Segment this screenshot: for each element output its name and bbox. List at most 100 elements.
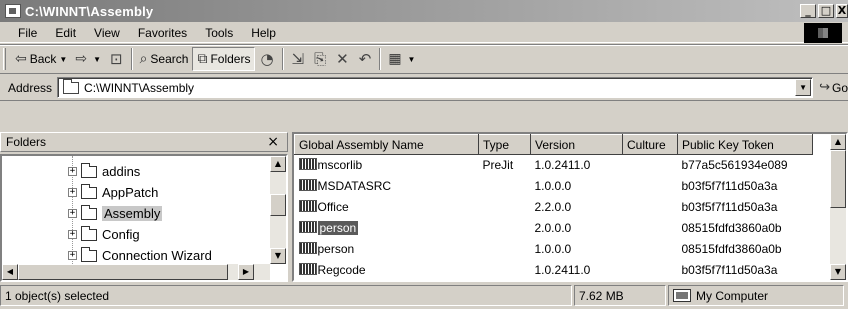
list-vertical-scrollbar[interactable]: ▲ ▼ [830, 134, 846, 280]
status-zone-label: My Computer [696, 288, 769, 303]
move-to-icon[interactable]: ⇲ [287, 50, 310, 68]
assembly-name: Regcode [317, 263, 366, 277]
address-field[interactable]: C:\WINNT\Assembly ▼ [57, 77, 814, 98]
folder-window-icon [5, 4, 21, 18]
tree-item-apppatch[interactable]: + AppPatch [68, 182, 158, 203]
folders-pane: Folders × + addins + AppPatch + Assembly… [0, 132, 288, 282]
explorer-window: C:\WINNT\Assembly _ □ X File Edit View F… [0, 0, 848, 309]
expand-icon[interactable]: + [68, 167, 77, 176]
menu-file[interactable]: File [0, 26, 43, 40]
folder-tree-horizontal-scrollbar[interactable]: ◀ ▶ [2, 264, 270, 280]
assembly-culture [623, 218, 678, 239]
scroll-right-icon[interactable]: ▶ [238, 264, 254, 280]
column-header-culture[interactable]: Culture [622, 134, 678, 155]
assembly-table: Global Assembly Name Type Version Cultur… [294, 134, 813, 281]
copy-to-icon[interactable]: ⎘ [309, 50, 331, 68]
toolbar-separator [281, 48, 284, 70]
folder-icon [81, 204, 97, 220]
address-dropdown-button[interactable]: ▼ [795, 79, 812, 96]
table-row-selected[interactable]: person 2.0.0.0 08515fdfd3860a0b [295, 218, 813, 239]
tree-item-connection-wizard[interactable]: + Connection Wizard [68, 245, 212, 266]
title-bar[interactable]: C:\WINNT\Assembly _ □ X [0, 0, 848, 22]
forward-button[interactable]: ⇨ ▼ [71, 47, 105, 71]
delete-icon[interactable]: ✕ [331, 50, 354, 68]
assembly-icon [298, 179, 317, 191]
assembly-list[interactable]: Global Assembly Name Type Version Cultur… [292, 132, 848, 282]
scroll-down-icon[interactable]: ▼ [270, 248, 286, 264]
table-row[interactable]: Regcode 1.0.2411.0 b03f5f7f11d50a3a [295, 260, 813, 281]
folders-label: Folders [210, 52, 251, 66]
go-label: Go [831, 80, 848, 95]
menu-favorites[interactable]: Favorites [126, 26, 193, 40]
assembly-name-cell: person [295, 218, 479, 239]
close-icon[interactable]: × [267, 134, 279, 150]
address-bar: Address C:\WINNT\Assembly ▼ ↪ Go [0, 75, 848, 101]
menu-help[interactable]: Help [239, 26, 282, 40]
history-icon[interactable]: ◔ [255, 50, 278, 68]
folder-icon [81, 246, 97, 262]
close-button[interactable]: X [836, 4, 848, 18]
menu-edit[interactable]: Edit [43, 26, 82, 40]
assembly-culture [623, 155, 678, 176]
expand-icon[interactable]: + [68, 230, 77, 239]
folders-button[interactable]: ⧉ Folders [192, 47, 256, 71]
scroll-left-icon[interactable]: ◀ [2, 264, 18, 280]
up-folder-icon[interactable]: ⊡ [105, 50, 128, 68]
assembly-name-cell: mscorlib [295, 155, 479, 176]
menu-tools[interactable]: Tools [193, 26, 239, 40]
minimize-button[interactable]: _ [800, 4, 816, 18]
tree-item-label[interactable]: Config [102, 227, 140, 242]
chevron-down-icon[interactable]: ▼ [408, 55, 416, 64]
assembly-name: person [317, 221, 359, 235]
expand-icon[interactable]: + [68, 251, 77, 260]
column-header-type[interactable]: Type [478, 134, 531, 155]
assembly-version: 1.0.0.0 [534, 179, 572, 193]
scroll-track[interactable] [18, 264, 238, 280]
assembly-name-cell: person [295, 239, 479, 260]
scroll-down-icon[interactable]: ▼ [830, 264, 846, 280]
column-header-version[interactable]: Version [530, 134, 623, 155]
undo-icon[interactable]: ↶ [354, 50, 377, 68]
scroll-thumb[interactable] [18, 264, 228, 280]
chevron-down-icon[interactable]: ▼ [93, 55, 101, 64]
toolbar-grip[interactable] [3, 48, 6, 70]
tree-item-label[interactable]: Connection Wizard [102, 248, 212, 263]
views-button[interactable]: ▦ ▼ [384, 47, 419, 71]
go-button[interactable]: ↪ Go [813, 80, 848, 95]
assembly-icon [298, 242, 317, 254]
back-button[interactable]: ⇦ Back ▼ [11, 47, 71, 71]
assembly-name-cell: MSDATASRC [295, 176, 479, 197]
address-input[interactable]: C:\WINNT\Assembly [84, 81, 795, 95]
table-row[interactable]: Office 2.2.0.0 b03f5f7f11d50a3a [295, 197, 813, 218]
maximize-button[interactable]: □ [818, 4, 834, 18]
folder-tree[interactable]: + addins + AppPatch + Assembly + Config … [0, 154, 288, 282]
assembly-icon [298, 200, 317, 212]
expand-icon[interactable]: + [68, 188, 77, 197]
tree-item-label[interactable]: Assembly [102, 206, 163, 221]
table-row[interactable]: MSDATASRC 1.0.0.0 b03f5f7f11d50a3a [295, 176, 813, 197]
tree-item-assembly[interactable]: + Assembly [68, 203, 163, 224]
folder-tree-vertical-scrollbar[interactable]: ▲ ▼ [270, 156, 286, 264]
scroll-up-icon[interactable]: ▲ [830, 134, 846, 150]
scroll-thumb[interactable] [830, 150, 846, 208]
chevron-down-icon[interactable]: ▼ [59, 55, 67, 64]
table-row[interactable]: mscorlib PreJit 1.0.2411.0 b77a5c561934e… [295, 155, 813, 176]
assembly-icon [298, 263, 317, 275]
tree-item-addins[interactable]: + addins [68, 161, 140, 182]
search-button[interactable]: ⌕ Search [136, 47, 193, 71]
column-header-public-key-token[interactable]: Public Key Token [677, 134, 813, 155]
assembly-icon [298, 221, 317, 233]
tree-item-label[interactable]: AppPatch [102, 185, 158, 200]
tree-item-config[interactable]: + Config [68, 224, 140, 245]
windows-logo-icon [804, 23, 842, 43]
assembly-name: Office [317, 200, 349, 214]
tree-item-label[interactable]: addins [102, 164, 140, 179]
folders-icon: ⧉ [197, 51, 208, 67]
menu-view[interactable]: View [82, 26, 126, 40]
scroll-thumb[interactable] [270, 194, 286, 216]
expand-icon[interactable]: + [68, 209, 77, 218]
scroll-up-icon[interactable]: ▲ [270, 156, 286, 172]
column-header-name[interactable]: Global Assembly Name [294, 134, 479, 155]
table-row[interactable]: person 1.0.0.0 08515fdfd3860a0b [295, 239, 813, 260]
menu-bar: File Edit View Favorites Tools Help [0, 23, 848, 43]
